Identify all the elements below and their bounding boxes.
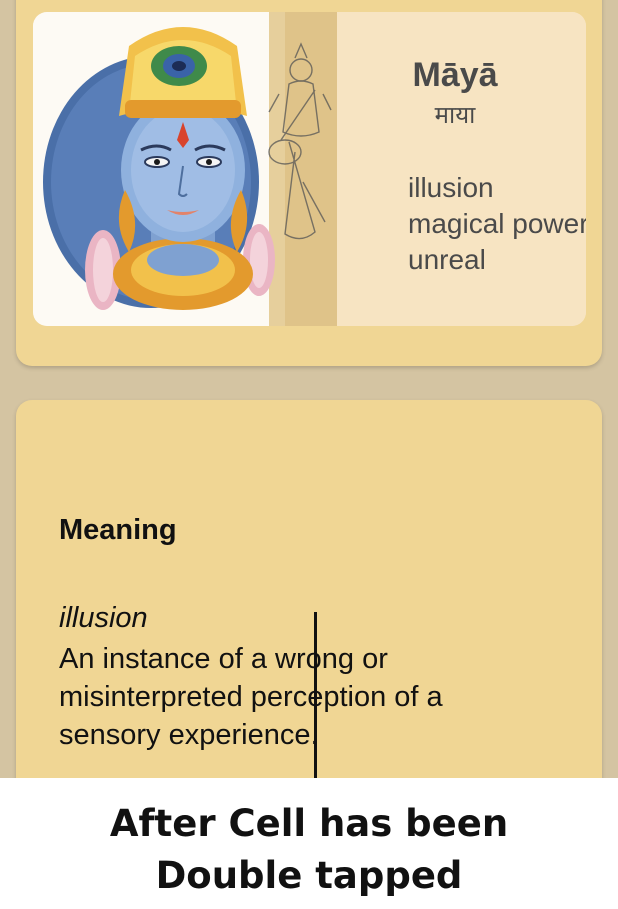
meaning-card[interactable]: Meaning illusion An instance of a wrong … — [16, 400, 602, 820]
term-devanagari: माया — [434, 101, 476, 129]
translation-item: magical power — [408, 208, 586, 239]
deity-illustration — [33, 12, 337, 326]
word-info-panel: Māyā माया illusion magical power unreal — [337, 12, 586, 326]
word-cell[interactable]: Māyā माया illusion magical power unreal — [33, 12, 586, 326]
translation-item: unreal — [408, 244, 486, 275]
text-cursor — [314, 612, 317, 787]
definition-text: An instance of a wrong or misinterpreted… — [59, 643, 443, 751]
caption-band: After Cell has been Double tapped — [0, 778, 618, 909]
caption-line-1: After Cell has been — [109, 802, 509, 845]
deity-watercolor-icon — [43, 12, 337, 326]
meaning-heading: Meaning — [59, 514, 177, 546]
translation-item: illusion — [408, 172, 494, 203]
caption-text: After Cell has been Double tapped — [0, 798, 618, 902]
caption-line-2: Double tapped — [155, 854, 463, 897]
translation-list: illusion magical power unreal — [408, 170, 586, 278]
term-title: Māyā — [412, 56, 498, 94]
sense-term: illusion — [59, 602, 148, 634]
